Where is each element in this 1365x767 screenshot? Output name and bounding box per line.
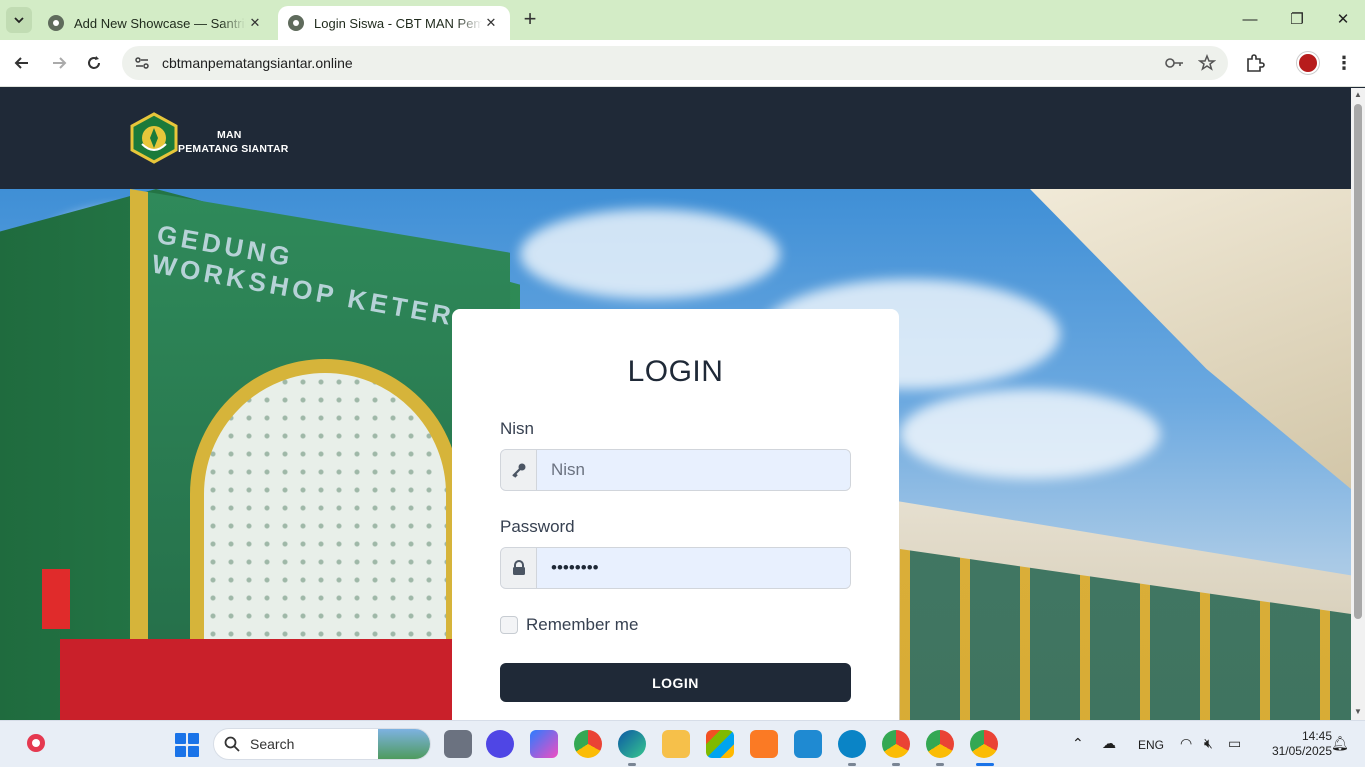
nisn-label: Nisn [500,419,535,438]
arrow-right-icon [53,57,67,69]
taskbar-search[interactable]: Search [213,728,431,760]
tab-login-siswa[interactable]: Login Siswa - CBT MAN Pematang Siantar ✕ [278,6,510,40]
url-text: cbtmanpematangsiantar.online [162,55,353,71]
site-info-icon[interactable] [134,55,150,71]
remember-me-label[interactable]: Remember me [526,615,638,635]
tray-overflow-chevron-icon[interactable]: ⌃ [1072,735,1084,752]
tab-title: Login Siswa - CBT MAN Pematang Siantar [314,15,482,31]
nisn-input-group [500,449,851,491]
browser-menu-button[interactable]: ⋮ [1334,51,1354,75]
weather-widget-icon [27,734,45,752]
file-explorer-icon[interactable] [662,730,690,758]
key-icon [501,450,537,490]
password-label: Password [500,517,575,536]
browser-tab-bar: Add New Showcase — SantriKoding ✕ Login … [0,0,1365,40]
tab-title: Add New Showcase — SantriKoding [74,15,246,31]
windows-logo-icon [175,746,186,757]
chevron-down-icon [14,17,24,24]
microsoft-store-icon[interactable] [706,730,734,758]
wifi-icon[interactable]: ◠ [1180,735,1192,752]
search-highlight-image [378,729,430,759]
login-title: LOGIN [627,355,724,388]
tab-add-new-showcase[interactable]: Add New Showcase — SantriKoding ✕ [38,6,274,40]
reload-button[interactable] [81,50,107,76]
running-indicator [628,763,636,766]
windows-logo-icon [188,746,199,757]
cloud [520,209,780,299]
running-indicator [936,763,944,766]
password-input[interactable] [537,548,850,588]
remember-me-row: Remember me [500,615,638,635]
teams-icon[interactable] [486,730,514,758]
close-window-button[interactable]: ✕ [1331,8,1355,32]
edge-dev-icon[interactable] [838,730,866,758]
arrow-left-icon [14,57,28,69]
scroll-up-arrow-icon[interactable]: ▲ [1353,90,1363,100]
scrollbar-thumb[interactable] [1354,104,1362,619]
address-bar[interactable]: cbtmanpematangsiantar.online [122,46,1228,80]
chrome-active-icon[interactable] [970,730,998,758]
login-button[interactable]: LOGIN [500,663,851,702]
windows-logo-icon [175,733,186,744]
notification-bell-icon[interactable]: 🔔︎ [1331,735,1349,752]
volume-muted-icon[interactable]: 🔇︎ [1204,735,1213,752]
search-icon [224,736,240,752]
tab-search-button[interactable] [6,7,32,33]
start-button[interactable] [175,733,199,757]
onedrive-off-icon[interactable]: ☁ [1102,735,1116,752]
chrome-profile-icon[interactable] [882,730,910,758]
site-brand[interactable]: MAN PEMATANG SIANTAR [178,128,289,156]
battery-icon[interactable]: ▭ [1228,735,1241,752]
cloud [900,389,1160,479]
brand-line-1: MAN [217,129,242,141]
chrome-profile-icon[interactable] [926,730,954,758]
input-language[interactable]: ENG [1138,738,1164,752]
lock-icon [501,548,537,588]
copilot-icon[interactable] [530,730,558,758]
forward-button[interactable] [46,50,72,76]
nisn-input[interactable] [537,450,850,490]
browser-toolbar: cbtmanpematangsiantar.online ⋮ [0,40,1365,87]
minimize-button[interactable]: — [1238,8,1262,32]
brand-line-2: PEMATANG SIANTAR [178,143,289,155]
page-scrollbar[interactable]: ▲ ▼ [1351,88,1365,720]
search-label: Search [250,736,295,752]
back-button[interactable] [9,50,35,76]
new-tab-button[interactable]: + [518,8,542,32]
extensions-puzzle-icon[interactable] [1244,52,1266,74]
xampp-icon[interactable] [750,730,778,758]
site-favicon-icon [288,15,304,31]
login-card: LOGIN Nisn Password Remember me LOGIN [452,309,899,720]
active-indicator [976,763,994,766]
bookmark-star-icon[interactable] [1196,52,1218,74]
clock-date: 31/05/2025 [1271,744,1332,758]
taskbar-clock[interactable]: 14:45 31/05/2025 [1252,729,1332,759]
profile-avatar[interactable] [1297,52,1319,74]
task-view-icon[interactable] [444,730,472,758]
red-banner [60,639,500,720]
tab-close-icon[interactable]: ✕ [482,15,500,31]
windows-taskbar: Search ⌃ ☁ ENG ◠ 🔇︎ ▭ 14:45 31/05/2025 🔔… [0,720,1365,767]
chrome-icon[interactable] [574,730,602,758]
vscode-icon[interactable] [794,730,822,758]
running-indicator [848,763,856,766]
clock-time: 14:45 [1301,729,1332,743]
page-viewport: MAN PEMATANG SIANTAR GEDUNG WORKSHOP KETE… [0,88,1351,720]
flag [42,569,70,629]
tab-close-icon[interactable]: ✕ [246,15,264,31]
maximize-button[interactable]: ❐ [1285,8,1309,32]
password-input-group [500,547,851,589]
windows-logo-icon [188,733,199,744]
site-favicon-icon [48,15,64,31]
school-logo-icon [130,112,178,164]
reload-icon [88,56,100,69]
edge-icon[interactable] [618,730,646,758]
scroll-down-arrow-icon[interactable]: ▼ [1353,707,1363,717]
running-indicator [892,763,900,766]
weather-widget[interactable] [22,729,50,757]
password-key-icon[interactable] [1164,52,1186,74]
remember-me-checkbox[interactable] [500,616,518,634]
site-header: MAN PEMATANG SIANTAR [0,88,1351,189]
